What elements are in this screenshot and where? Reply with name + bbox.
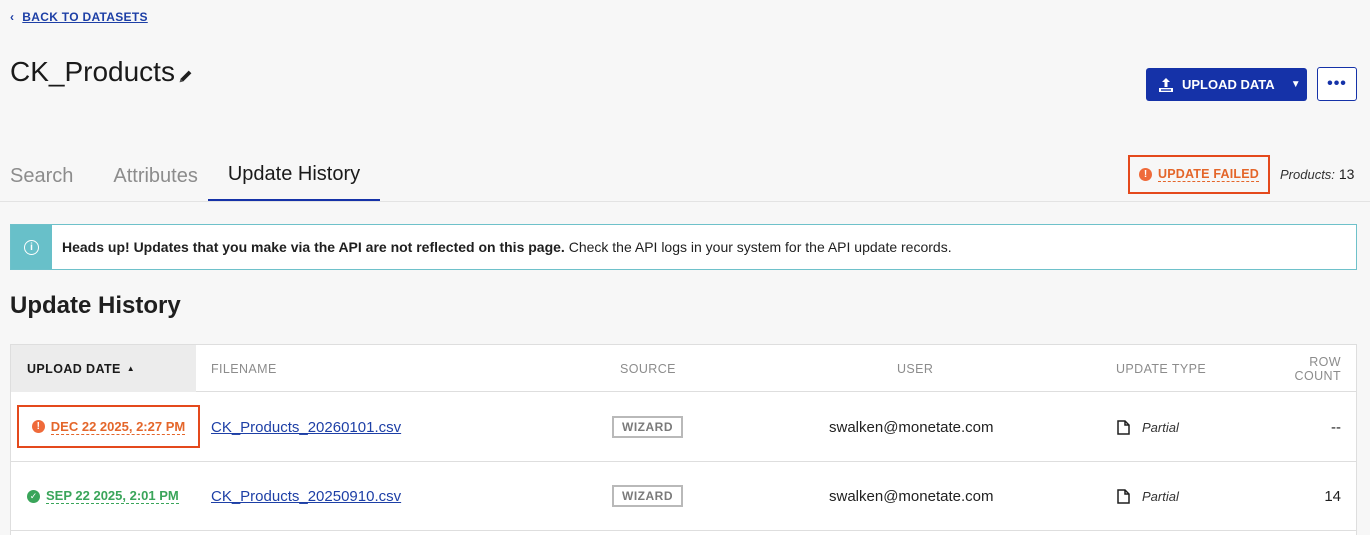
info-banner: i Heads up! Updates that you make via th… [10,224,1357,270]
tab-attributes[interactable]: Attributes [103,150,207,202]
sort-ascending-icon: ▲ [126,364,136,373]
tabs-divider [0,201,1370,202]
user-cell: swalken@monetate.com [829,487,994,505]
column-filename: FILENAME [211,361,277,376]
tab-update-history[interactable]: Update History [207,150,381,202]
alert-icon: ! [31,420,45,433]
update-history-table: UPLOAD DATE ▲ FILENAME SOURCE USER UPDAT… [10,344,1357,535]
file-icon [1117,488,1130,504]
column-update-type: UPDATE TYPE [1116,361,1207,376]
update-type-cell: Partial [1117,393,1179,461]
upload-data-button[interactable]: UPLOAD DATA ▼ [1146,68,1307,101]
products-count: Products: 13 [1280,166,1354,182]
info-banner-text: Heads up! Updates that you make via the … [52,239,952,255]
source-cell: WIZARD [612,462,683,530]
products-count-value: 13 [1338,166,1355,182]
column-source: SOURCE [620,361,676,376]
chevron-left-icon: ‹ [10,10,15,24]
column-row-count-line2: COUNT [1294,368,1341,383]
update-status: ! UPDATE FAILED [1128,155,1270,194]
info-banner-rest: Check the API logs in your system for th… [564,239,952,255]
back-to-datasets-link[interactable]: ‹ BACK TO DATASETS [10,10,148,24]
filename-link[interactable]: CK_Products_20260101.csv [211,419,401,436]
column-row-count: ROW COUNT [1281,345,1341,392]
more-options-button[interactable]: ••• [1317,67,1357,101]
source-cell: WIZARD [612,393,683,461]
source-badge: WIZARD [612,485,683,507]
column-upload-date-label: UPLOAD DATE [27,361,121,376]
failed-date-highlight: ! DEC 22 2025, 2:27 PM [17,405,200,448]
tabs: Search Attributes Update History [0,150,381,202]
row-count-cell: -- [1331,418,1341,436]
column-user: USER [897,361,934,376]
table-row: ✓ SEP 22 2025, 2:01 PM CK_Products_20250… [11,462,1356,531]
update-failed-link[interactable]: UPDATE FAILED [1158,167,1259,182]
file-icon [1117,419,1130,435]
products-count-label: Products: [1280,167,1335,182]
section-title: Update History [10,292,181,319]
info-banner-icon-col: i [11,225,52,269]
info-banner-bold: Heads up! Updates that you make via the … [62,239,565,255]
caret-down-icon: ▼ [1290,79,1301,90]
row-count-cell: 14 [1324,487,1341,505]
user-cell: swalken@monetate.com [829,418,994,436]
upload-data-label: UPLOAD DATA [1182,77,1275,92]
page-title: CK_Products [10,56,175,87]
filename-cell: CK_Products_20250910.csv [211,462,401,530]
upload-date-link[interactable]: DEC 22 2025, 2:27 PM [50,419,186,435]
upload-icon [1159,77,1173,92]
update-type-label: Partial [1142,419,1179,435]
table-row: ! DEC 22 2025, 2:27 PM CK_Products_20260… [11,393,1356,462]
upload-date-link[interactable]: SEP 22 2025, 2:01 PM [46,488,179,504]
info-icon: i [24,239,39,255]
column-row-count-line1: ROW [1309,354,1341,369]
tab-search[interactable]: Search [0,150,83,202]
update-type-cell: Partial [1117,462,1179,530]
check-icon: ✓ [27,489,40,503]
update-type-label: Partial [1142,488,1179,504]
column-upload-date[interactable]: UPLOAD DATE ▲ [11,345,196,392]
pencil-icon[interactable] [177,67,195,85]
alert-icon: ! [1139,168,1152,181]
table-header: UPLOAD DATE ▲ FILENAME SOURCE USER UPDAT… [11,345,1356,392]
source-badge: WIZARD [612,416,683,438]
page: ‹ BACK TO DATASETS CK_Products UPLOAD DA… [0,0,1370,535]
filename-cell: CK_Products_20260101.csv [211,393,401,461]
filename-link[interactable]: CK_Products_20250910.csv [211,488,401,505]
title-row: CK_Products [10,56,195,88]
upload-date-cell: ✓ SEP 22 2025, 2:01 PM [27,462,179,530]
back-link-label: BACK TO DATASETS [22,10,148,24]
